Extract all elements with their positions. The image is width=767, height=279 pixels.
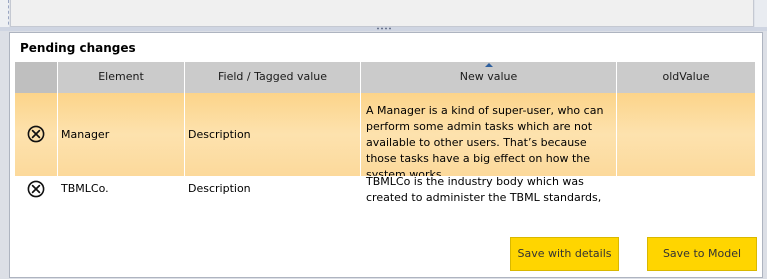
splitter-grip-icon[interactable] <box>376 27 392 30</box>
pending-changes-panel: Pending changes Element Field / Tagged v… <box>9 32 763 278</box>
new-value-cell: A Manager is a kind of super-user, who c… <box>361 93 617 176</box>
old-value-cell <box>617 93 756 176</box>
field-cell: Description <box>185 93 361 176</box>
element-value: TBMLCo. <box>61 182 109 195</box>
field-value: Description <box>188 182 251 195</box>
table-row[interactable]: TBMLCo. Description TBMLCo is the indust… <box>15 176 756 206</box>
save-to-model-button[interactable]: Save to Model <box>647 237 757 271</box>
element-value: Manager <box>61 128 110 141</box>
field-cell: Description <box>185 176 361 206</box>
column-header-element[interactable]: Element <box>58 62 185 93</box>
delete-circle-x-icon[interactable] <box>27 125 45 143</box>
column-header-new-value[interactable]: New value <box>361 62 617 93</box>
new-value-cell: TBMLCo is the industry body which was cr… <box>361 176 617 206</box>
right-dock-strip <box>755 0 767 30</box>
delete-circle-x-icon[interactable] <box>27 180 45 198</box>
column-header-field[interactable]: Field / Tagged value <box>185 62 361 93</box>
action-cell <box>15 93 58 176</box>
old-value-cell <box>617 176 756 206</box>
field-value: Description <box>188 128 251 141</box>
pending-changes-table: Element Field / Tagged value New value o… <box>15 62 756 204</box>
new-value-text: TBMLCo is the industry body which was cr… <box>366 176 602 204</box>
column-header-action <box>15 62 58 93</box>
panel-title: Pending changes <box>20 41 136 55</box>
action-cell <box>15 176 58 206</box>
column-header-old-value[interactable]: oldValue <box>617 62 756 93</box>
save-with-details-button[interactable]: Save with details <box>510 237 619 271</box>
left-dock-strip <box>0 0 9 30</box>
upper-panel <box>0 0 767 30</box>
upper-panel-content <box>10 0 754 27</box>
sort-ascending-icon <box>484 63 493 67</box>
element-cell: Manager <box>58 93 185 176</box>
element-cell: TBMLCo. <box>58 176 185 206</box>
new-value-text: A Manager is a kind of super-user, who c… <box>366 104 604 176</box>
table-row[interactable]: Manager Description A Manager is a kind … <box>15 93 756 176</box>
column-header-new-value-label: New value <box>459 70 518 83</box>
